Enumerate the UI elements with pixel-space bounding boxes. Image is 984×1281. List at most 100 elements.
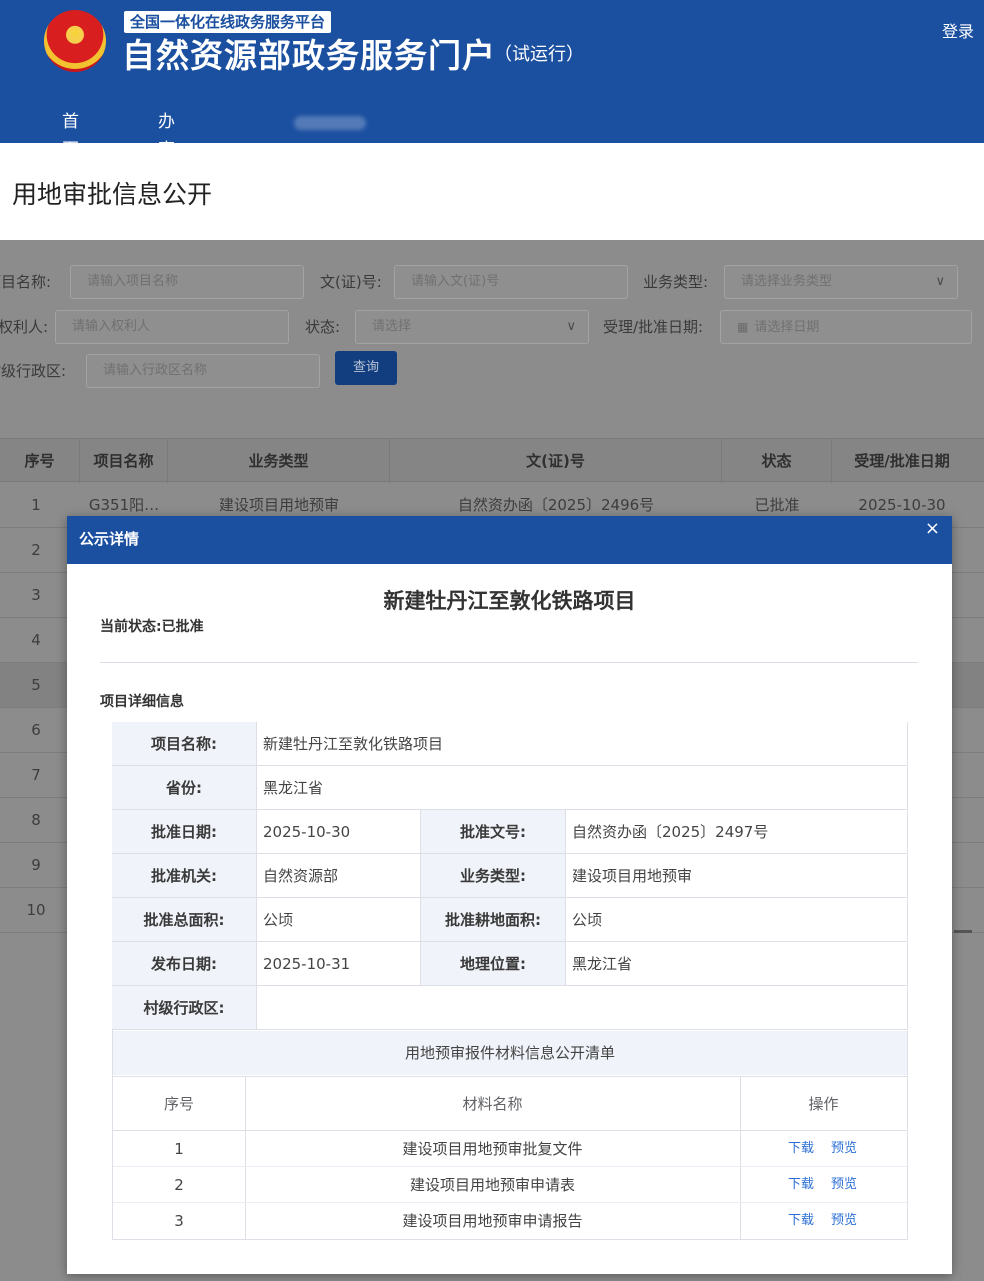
section-title: 项目详细信息 [100,694,184,710]
row-number: 1 [31,496,41,514]
detail-value-farmland-area: 公顷 [566,898,908,942]
detail-value-authority: 自然资源部 [257,854,421,898]
star-icon: ★ [67,23,83,42]
preview-link[interactable]: 预览 [831,1131,857,1167]
material-name: 建设项目用地预审申请表 [409,1176,575,1194]
preview-link[interactable]: 预览 [831,1203,857,1239]
page-title: 用地审批信息公开 [12,180,213,209]
detail-label: 发布日期: [112,942,257,986]
detail-value-approval-date: 2025-10-30 [257,810,421,854]
results-table-header: 序号 项目名称 业务类型 文(证)号 状态 受理/批准日期 [0,438,984,483]
detail-label: 项目名称: [112,722,257,766]
row-number: 6 [31,721,41,739]
row-number: 4 [31,631,41,649]
table-row: 1 建设项目用地预审批复文件 下载 预览 [113,1131,907,1167]
nav-home[interactable]: 首页 [62,108,79,164]
national-emblem-icon: ★ [44,10,106,72]
table-row: 2 建设项目用地预审申请表 下载 预览 [113,1167,907,1203]
detail-value-total-area: 公顷 [257,898,421,942]
materials-table: 序号 材料名称 操作 1 建设项目用地预审批复文件 下载 预览 2 建设项目用地… [112,1076,908,1240]
column-header: 业务类型 [168,439,390,483]
owner-input[interactable]: 请输入权利人 [55,310,289,344]
detail-value-project-name: 新建牡丹江至敦化铁路项目 [257,722,908,766]
material-name: 建设项目用地预审申请报告 [402,1212,583,1230]
date-label: 受理/批准日期: [603,318,704,336]
column-header: 序号 [163,1095,194,1113]
material-no: 3 [174,1212,184,1230]
nav-item-blurred[interactable] [294,116,366,130]
chevron-down-icon: ∨ [935,274,945,289]
row-number: 10 [26,901,46,919]
materials-table-header: 序号 材料名称 操作 [113,1077,907,1131]
row-number: 5 [31,676,41,694]
column-header: 状态 [722,439,832,483]
detail-value-location: 黑龙江省 [566,942,908,986]
detail-value-publish-date: 2025-10-31 [257,942,421,986]
row-number: 8 [31,811,41,829]
detail-modal: 公示详情 × 新建牡丹江至敦化铁路项目 当前状态:已批准 项目详细信息 项目名称… [67,516,952,1274]
detail-value-biz-type: 建设项目用地预审 [566,854,908,898]
detail-label: 批准日期: [112,810,257,854]
portal-subtitle: （试运行） [494,44,584,65]
column-header: 材料名称 [462,1095,523,1113]
row-number: 7 [31,766,41,784]
biz-type-placeholder: 请选择业务类型 [741,274,833,289]
project-name-input[interactable]: 请输入项目名称 [70,265,304,299]
download-link[interactable]: 下载 [788,1167,814,1203]
owner-label: 权利人: [0,318,49,336]
horizontal-scrollbar[interactable] [954,930,972,933]
row-number: 3 [31,586,41,604]
login-link[interactable]: 登录 [942,22,974,42]
material-no: 1 [174,1140,184,1158]
download-link[interactable]: 下载 [788,1203,814,1239]
doc-no-input[interactable]: 请输入文(证)号 [394,265,628,299]
materials-list-title: 用地预审报件材料信息公开清单 [112,1031,908,1075]
detail-label: 批准文号: [421,810,566,854]
platform-tag: 全国一体化在线政务服务平台 [124,11,332,33]
doc-no-label: 文(证)号: [320,273,382,291]
status-label: 状态: [305,318,341,336]
date-placeholder: 请选择日期 [754,320,820,335]
status-placeholder: 请选择 [372,319,412,334]
project-title: 新建牡丹江至敦化铁路项目 [383,589,636,613]
divider [100,662,918,663]
detail-value-approval-no: 自然资办函〔2025〕2497号 [566,810,908,854]
detail-label: 批准机关: [112,854,257,898]
current-status: 当前状态:已批准 [100,619,204,635]
material-name: 建设项目用地预审批复文件 [402,1140,583,1158]
calendar-icon: ▦ [737,320,749,334]
column-header: 操作 [808,1095,839,1113]
query-button[interactable]: 查询 [335,351,397,385]
village-label: 村级行政区: [0,362,67,380]
detail-label: 批准总面积: [112,898,257,942]
project-name-label: 项目名称: [0,273,52,291]
column-header: 受理/批准日期 [854,452,950,470]
material-no: 2 [174,1176,184,1194]
portal-title: 自然资源部政务服务门户 [122,36,496,75]
detail-label: 地理位置: [421,942,566,986]
status-select[interactable]: 请选择 ∨ [355,310,589,344]
detail-label: 业务类型: [421,854,566,898]
biz-type-select[interactable]: 请选择业务类型 ∨ [724,265,958,299]
detail-label: 批准耕地面积: [421,898,566,942]
modal-title: 公示详情 [79,530,140,548]
detail-value-province: 黑龙江省 [257,766,908,810]
modal-header: 公示详情 × [67,516,952,564]
column-header: 文(证)号 [390,439,722,483]
row-number: 9 [31,856,41,874]
detail-label: 省份: [112,766,257,810]
detail-value-village [257,986,908,1030]
close-icon[interactable]: × [925,518,940,540]
site-header: ★ 全国一体化在线政务服务平台 自然资源部政务服务门户 （试运行） 登录 首页 … [0,0,984,216]
table-row: 3 建设项目用地预审申请报告 下载 预览 [113,1203,907,1239]
column-header: 项目名称 [80,439,168,483]
preview-link[interactable]: 预览 [831,1167,857,1203]
date-picker[interactable]: ▦ 请选择日期 [720,310,972,344]
column-header: 序号 [0,439,80,483]
biz-type-label: 业务类型: [643,273,709,291]
row-number: 2 [31,541,41,559]
village-input[interactable]: 请输入行政区名称 [86,354,320,388]
download-link[interactable]: 下载 [788,1131,814,1167]
detail-label: 村级行政区: [112,986,257,1030]
chevron-down-icon: ∨ [566,319,576,334]
